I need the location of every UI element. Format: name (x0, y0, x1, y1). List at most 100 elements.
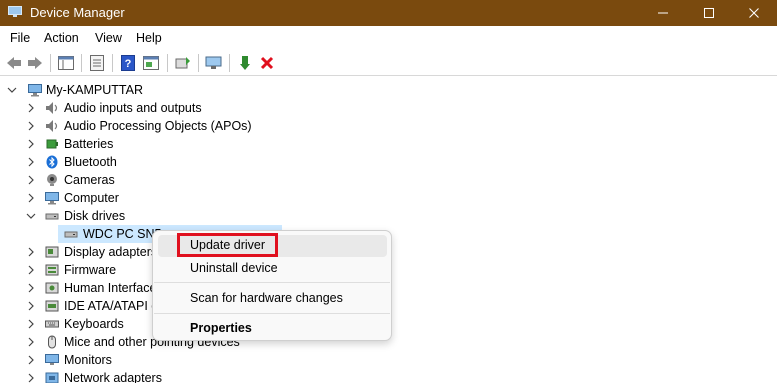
hid-icon (45, 282, 59, 294)
tree-item-label: Firmware (64, 263, 117, 277)
tree-item-monitors[interactable]: Monitors (0, 351, 777, 369)
firmware-icon (45, 264, 59, 276)
uninstall-device-button[interactable] (257, 53, 277, 73)
toolbar: ? (0, 50, 777, 76)
tree-item-batteries[interactable]: Batteries (0, 135, 777, 153)
toolbar-separator (198, 54, 199, 72)
tree-item-cameras[interactable]: Cameras (0, 171, 777, 189)
console-tree-icon (58, 56, 74, 70)
close-icon (749, 8, 759, 18)
minimize-button[interactable] (640, 0, 686, 26)
chevron-right-icon[interactable] (26, 373, 36, 383)
monitor-icon (45, 354, 59, 365)
help-button[interactable]: ? (118, 53, 138, 73)
chevron-right-icon[interactable] (26, 247, 36, 257)
chevron-right-icon[interactable] (26, 121, 36, 131)
tree-item-label: Audio inputs and outputs (64, 101, 202, 115)
chevron-right-icon[interactable] (26, 193, 36, 203)
close-button[interactable] (731, 0, 777, 26)
battery-icon (46, 139, 58, 149)
chevron-down-icon[interactable] (26, 211, 36, 221)
bluetooth-icon (46, 155, 58, 169)
menu-separator (154, 282, 390, 283)
minimize-icon (658, 12, 668, 14)
chevron-right-icon[interactable] (26, 175, 36, 185)
tree-item-label: Display adapters (64, 245, 158, 259)
device-manager-icon (8, 6, 22, 17)
tree-item-label: Bluetooth (64, 155, 117, 169)
tree-item-label: Audio Processing Objects (APOs) (64, 119, 252, 133)
menu-action[interactable]: Action (44, 31, 79, 45)
menu-item-scan-hardware[interactable]: Scan for hardware changes (190, 291, 343, 305)
svg-text:?: ? (125, 58, 132, 70)
chevron-right-icon[interactable] (26, 355, 36, 365)
tree-item-label: Disk drives (64, 209, 126, 223)
update-driver-button[interactable] (173, 53, 193, 73)
chevron-right-icon[interactable] (26, 265, 36, 275)
tree-item-disk-drives[interactable]: Disk drives (0, 207, 777, 225)
update-driver-icon (175, 57, 190, 69)
tree-item-label: Human Interface (64, 281, 157, 295)
chevron-right-icon[interactable] (26, 283, 36, 293)
chevron-right-icon[interactable] (26, 319, 36, 329)
show-hide-tree-button[interactable] (56, 53, 76, 73)
chevron-down-icon[interactable] (7, 85, 17, 95)
action-pane-icon (143, 56, 159, 70)
speaker-icon (46, 120, 58, 132)
toolbar-separator (50, 54, 51, 72)
tree-item-label: Cameras (64, 173, 115, 187)
forward-icon (28, 57, 42, 69)
menu-help[interactable]: Help (136, 31, 162, 45)
toolbar-separator (167, 54, 168, 72)
tree-item-label: Monitors (64, 353, 112, 367)
chevron-right-icon[interactable] (26, 301, 36, 311)
properties-button[interactable] (87, 53, 107, 73)
menu-item-uninstall-device[interactable]: Uninstall device (190, 261, 278, 275)
enable-device-icon (240, 56, 250, 70)
uninstall-device-icon (260, 56, 274, 70)
enable-device-button[interactable] (235, 53, 255, 73)
scan-hardware-button[interactable] (204, 53, 224, 73)
menu-bar: File Action View Help (0, 26, 777, 50)
speaker-icon (46, 102, 58, 114)
computer-icon (45, 192, 59, 205)
disk-drive-icon (64, 231, 78, 238)
tree-item-label: Network adapters (64, 371, 162, 383)
menu-view[interactable]: View (95, 31, 122, 45)
maximize-button[interactable] (686, 0, 732, 26)
toolbar-separator (229, 54, 230, 72)
maximize-icon (704, 8, 714, 18)
toolbar-separator (81, 54, 82, 72)
chevron-right-icon[interactable] (26, 337, 36, 347)
tree-item-label: Batteries (64, 137, 114, 151)
tree-item-bluetooth[interactable]: Bluetooth (0, 153, 777, 171)
chevron-right-icon[interactable] (26, 139, 36, 149)
display-adapter-icon (45, 246, 59, 258)
tree-item-label: WDC PC SN5 (83, 227, 162, 241)
chevron-right-icon[interactable] (26, 157, 36, 167)
back-button[interactable] (4, 53, 24, 73)
highlight-box (177, 233, 278, 257)
mouse-icon (48, 335, 56, 349)
window-title: Device Manager (30, 5, 125, 20)
keyboard-icon (45, 320, 59, 328)
help-icon: ? (121, 55, 135, 71)
scan-hardware-icon (205, 56, 222, 69)
tree-item-apos[interactable]: Audio Processing Objects (APOs) (0, 117, 777, 135)
tree-item-label: Keyboards (64, 317, 124, 331)
menu-item-properties[interactable]: Properties (190, 321, 252, 335)
chevron-right-icon[interactable] (26, 103, 36, 113)
forward-button[interactable] (25, 53, 45, 73)
back-icon (7, 57, 21, 69)
action-pane-button[interactable] (141, 53, 161, 73)
menu-separator (154, 313, 390, 314)
tree-item-computer[interactable]: Computer (0, 189, 777, 207)
disk-drive-icon (45, 213, 59, 220)
ide-controller-icon (45, 300, 59, 312)
tree-root[interactable]: My-KAMPUTTAR (0, 81, 777, 99)
toolbar-separator (112, 54, 113, 72)
tree-item-audio-inputs[interactable]: Audio inputs and outputs (0, 99, 777, 117)
menu-file[interactable]: File (10, 31, 30, 45)
tree-item-network-adapters[interactable]: Network adapters (0, 369, 777, 383)
context-menu: Update driver Uninstall device Scan for … (152, 230, 392, 341)
